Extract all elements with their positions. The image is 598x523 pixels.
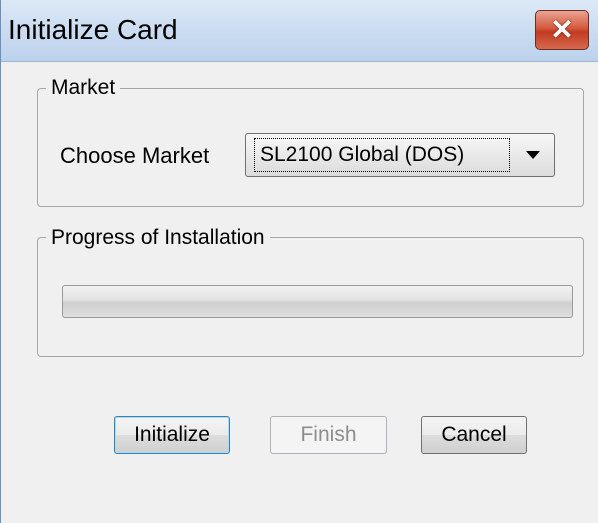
close-button[interactable]: ✕ (535, 10, 589, 50)
close-icon: ✕ (550, 14, 574, 45)
installation-progress-bar (62, 285, 573, 318)
initialize-button[interactable]: Initialize (114, 416, 230, 454)
market-legend: Market (46, 76, 121, 100)
window-title: Initialize Card (8, 14, 178, 45)
cancel-button[interactable]: Cancel (421, 416, 527, 454)
initialize-card-dialog: Initialize Card ✕ Market Choose Market S… (0, 0, 598, 523)
choose-market-label: Choose Market (60, 143, 210, 168)
chevron-down-icon[interactable] (526, 151, 540, 159)
progress-legend: Progress of Installation (46, 226, 270, 250)
market-dropdown[interactable]: SL2100 Global (DOS) (245, 133, 555, 177)
market-dropdown-value: SL2100 Global (DOS) (260, 143, 465, 166)
finish-button[interactable]: Finish (270, 416, 387, 454)
title-bar[interactable]: Initialize Card ✕ (1, 0, 598, 62)
